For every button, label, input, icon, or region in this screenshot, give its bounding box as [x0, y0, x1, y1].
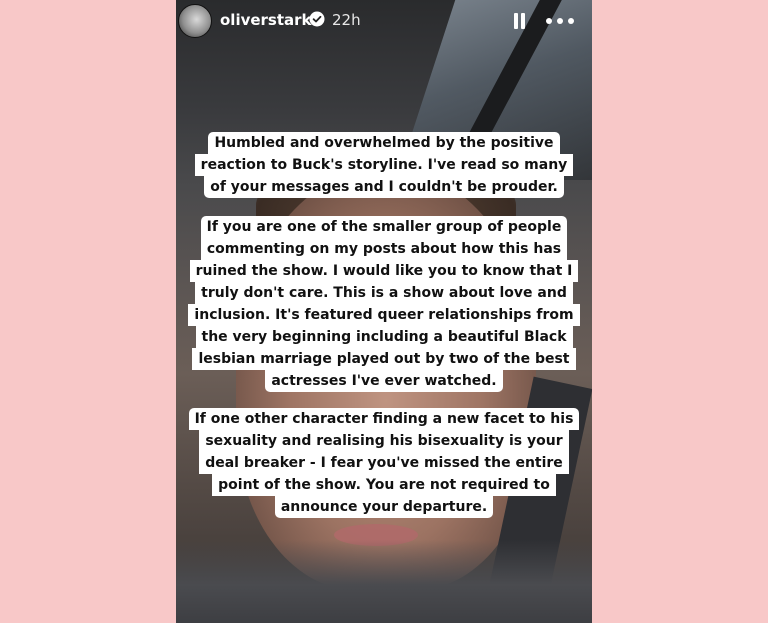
- caption-line: commenting on my posts about how this ha…: [200, 238, 568, 260]
- caption-line: inclusion. It's featured queer relations…: [188, 304, 580, 326]
- pause-icon[interactable]: [512, 13, 526, 29]
- shoulder-background: [176, 540, 592, 623]
- caption-line: If you are one of the smaller group of p…: [200, 216, 568, 238]
- avatar[interactable]: [178, 4, 212, 38]
- caption-line: truly don't care. This is a show about l…: [195, 282, 573, 304]
- caption-line: announce your departure.: [274, 496, 494, 518]
- caption-line: lesbian marriage played out by two of th…: [192, 348, 576, 370]
- story-caption-1: Humbled and overwhelmed by the positive …: [176, 132, 592, 198]
- username[interactable]: oliverstarkk: [220, 11, 322, 29]
- caption-line: point of the show. You are not required …: [212, 474, 556, 496]
- caption-line: deal breaker - I fear you've missed the …: [199, 452, 569, 474]
- caption-line: If one other character finding a new fac…: [188, 408, 580, 430]
- instagram-story-frame[interactable]: oliverstarkk 22h Humbled and overwhelmed…: [176, 0, 592, 623]
- story-caption-2: If you are one of the smaller group of p…: [176, 216, 592, 392]
- caption-line: ruined the show. I would like you to kno…: [189, 260, 579, 282]
- posted-time: 22h: [332, 11, 361, 29]
- caption-line: actresses I've ever watched.: [265, 370, 503, 392]
- caption-line: reaction to Buck's storyline. I've read …: [194, 154, 574, 176]
- story-caption-3: If one other character finding a new fac…: [176, 408, 592, 518]
- caption-line: sexuality and realising his bisexuality …: [199, 430, 569, 452]
- verified-badge-icon: [309, 11, 325, 27]
- more-options-icon[interactable]: [546, 18, 574, 24]
- caption-line: of your messages and I couldn't be proud…: [204, 176, 564, 198]
- story-header: oliverstarkk 22h: [176, 0, 592, 46]
- caption-line: Humbled and overwhelmed by the positive: [208, 132, 560, 154]
- page: oliverstarkk 22h Humbled and overwhelmed…: [0, 0, 768, 623]
- caption-line: the very beginning including a beautiful…: [195, 326, 573, 348]
